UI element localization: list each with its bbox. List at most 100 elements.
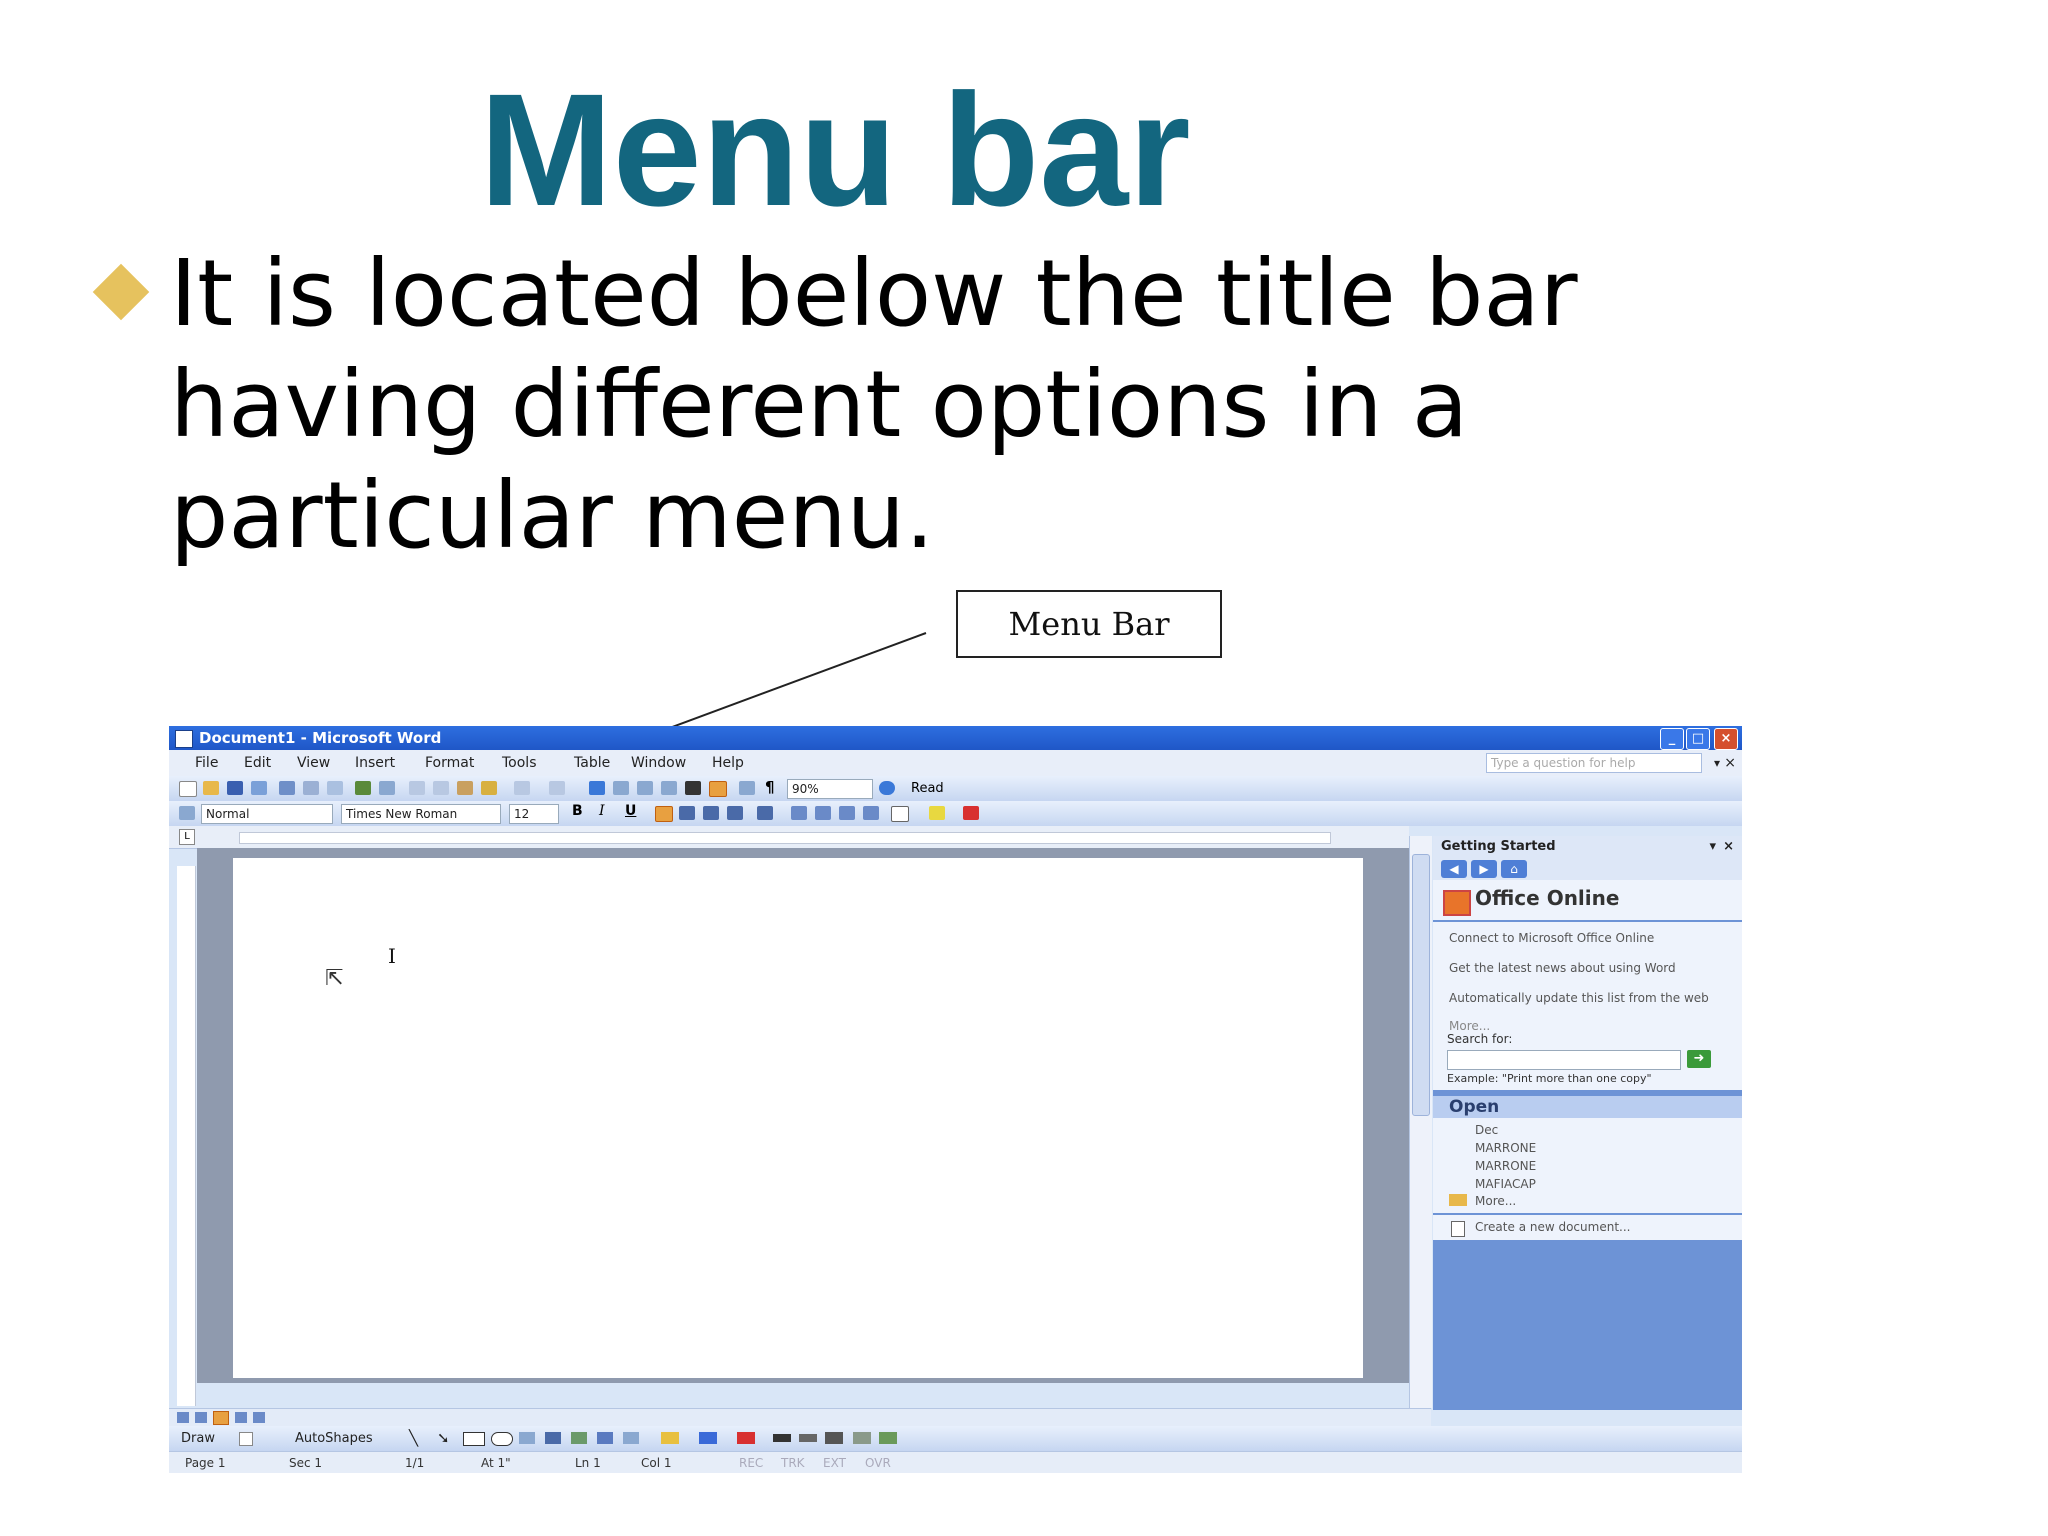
print-layout-icon[interactable] xyxy=(213,1411,229,1425)
link-connect[interactable]: Connect to Microsoft Office Online xyxy=(1449,932,1719,945)
menu-view[interactable]: View xyxy=(297,750,330,776)
help-search-input[interactable]: Type a question for help xyxy=(1486,753,1702,773)
drawing-icon[interactable] xyxy=(709,781,727,797)
3d-icon[interactable] xyxy=(879,1432,897,1444)
arrow-icon[interactable]: ➘ xyxy=(437,1426,450,1451)
select-objects-icon[interactable] xyxy=(239,1432,253,1446)
web-layout-icon[interactable] xyxy=(195,1412,207,1423)
draw-menu[interactable]: Draw xyxy=(181,1426,215,1451)
zoom-select[interactable]: 90% xyxy=(787,779,873,799)
tab-selector-icon[interactable]: L xyxy=(179,829,195,845)
menu-edit[interactable]: Edit xyxy=(244,750,271,776)
cut-icon[interactable] xyxy=(409,781,425,795)
copy-icon[interactable] xyxy=(433,781,449,795)
shadow-icon[interactable] xyxy=(853,1432,871,1444)
task-pane-dropdown-icon[interactable]: ▾ xyxy=(1709,836,1716,858)
menu-insert[interactable]: Insert xyxy=(355,750,395,776)
oval-icon[interactable] xyxy=(491,1432,513,1446)
email-icon[interactable] xyxy=(279,781,295,795)
border-icon[interactable] xyxy=(891,806,909,822)
underline-button[interactable]: U xyxy=(625,803,636,819)
maximize-button[interactable]: □ xyxy=(1686,728,1710,750)
recent-file[interactable]: MARRONE xyxy=(1475,1160,1742,1173)
redo-icon[interactable] xyxy=(549,781,565,795)
rectangle-icon[interactable] xyxy=(463,1432,485,1446)
autoshapes-menu[interactable]: AutoShapes xyxy=(295,1426,373,1451)
line-style-icon[interactable] xyxy=(773,1434,791,1442)
outline-view-icon[interactable] xyxy=(235,1412,247,1423)
spelling-icon[interactable] xyxy=(355,781,371,795)
link-update[interactable]: Automatically update this list from the … xyxy=(1449,992,1719,1005)
highlight-icon[interactable] xyxy=(929,806,945,820)
numbering-icon[interactable] xyxy=(791,806,807,820)
increase-indent-icon[interactable] xyxy=(863,806,879,820)
home-icon[interactable]: ⌂ xyxy=(1501,860,1527,878)
show-hide-pilcrow[interactable]: ¶ xyxy=(765,778,775,796)
help-dropdown-icon[interactable]: ▾ xyxy=(1714,750,1720,776)
save-icon[interactable] xyxy=(227,781,243,795)
recent-file[interactable]: Dec xyxy=(1475,1124,1742,1137)
fill-color-icon[interactable] xyxy=(661,1432,679,1444)
undo-icon[interactable] xyxy=(514,781,530,795)
status-trk[interactable]: TRK xyxy=(781,1452,805,1473)
recent-file[interactable]: MAFIACAP xyxy=(1475,1178,1742,1191)
font-select[interactable]: Times New Roman xyxy=(341,804,501,824)
menu-format[interactable]: Format xyxy=(425,750,474,776)
clip-art-icon[interactable] xyxy=(597,1432,613,1444)
document-map-icon[interactable] xyxy=(739,781,755,795)
insert-excel-icon[interactable] xyxy=(661,781,677,795)
drawing-font-color-icon[interactable] xyxy=(737,1432,755,1444)
bold-button[interactable]: B xyxy=(572,803,583,819)
read-button[interactable]: Read xyxy=(911,776,944,801)
dash-style-icon[interactable] xyxy=(799,1434,817,1442)
bullets-icon[interactable] xyxy=(815,806,831,820)
research-icon[interactable] xyxy=(379,781,395,795)
print-preview-icon[interactable] xyxy=(327,781,343,795)
menu-file[interactable]: File xyxy=(195,750,218,776)
create-new-document-link[interactable]: Create a new document... xyxy=(1475,1221,1742,1234)
status-ovr[interactable]: OVR xyxy=(865,1452,891,1473)
align-center-icon[interactable] xyxy=(679,806,695,820)
tables-borders-icon[interactable] xyxy=(613,781,629,795)
format-painter-icon[interactable] xyxy=(481,781,497,795)
back-icon[interactable]: ◀ xyxy=(1441,860,1467,878)
picture-icon[interactable] xyxy=(623,1432,639,1444)
columns-icon[interactable] xyxy=(685,781,701,795)
menu-help[interactable]: Help xyxy=(712,750,744,776)
line-spacing-icon[interactable] xyxy=(757,806,773,820)
decrease-indent-icon[interactable] xyxy=(839,806,855,820)
reading-layout-icon[interactable] xyxy=(253,1412,265,1423)
font-size-select[interactable]: 12 xyxy=(509,804,559,824)
print-icon[interactable] xyxy=(303,781,319,795)
arrow-style-icon[interactable] xyxy=(825,1432,843,1444)
minimize-button[interactable]: _ xyxy=(1660,728,1684,750)
hyperlink-icon[interactable] xyxy=(589,781,605,795)
vertical-scrollbar[interactable] xyxy=(1409,836,1432,1408)
close-document-icon[interactable]: × xyxy=(1724,750,1736,776)
line-icon[interactable]: ╲ xyxy=(409,1426,418,1451)
task-pane-close-icon[interactable]: × xyxy=(1723,836,1734,858)
align-left-icon[interactable] xyxy=(655,806,673,822)
permission-icon[interactable] xyxy=(251,781,267,795)
menu-table[interactable]: Table xyxy=(574,750,610,776)
styles-icon[interactable] xyxy=(179,806,195,820)
search-go-icon[interactable]: ➜ xyxy=(1687,1050,1711,1068)
diagram-icon[interactable] xyxy=(571,1432,587,1444)
horizontal-ruler[interactable]: L xyxy=(169,826,1409,849)
justify-icon[interactable] xyxy=(727,806,743,820)
forward-icon[interactable]: ▶ xyxy=(1471,860,1497,878)
insert-table-icon[interactable] xyxy=(637,781,653,795)
new-icon[interactable] xyxy=(179,781,197,797)
status-ext[interactable]: EXT xyxy=(823,1452,846,1473)
task-pane-title[interactable]: Getting Started xyxy=(1441,836,1556,858)
style-select[interactable]: Normal xyxy=(201,804,333,824)
document-page[interactable]: ⇱ I xyxy=(233,858,1363,1378)
font-color-icon[interactable] xyxy=(963,806,979,820)
search-input[interactable] xyxy=(1447,1050,1681,1070)
menu-tools[interactable]: Tools xyxy=(502,750,537,776)
link-news[interactable]: Get the latest news about using Word xyxy=(1449,962,1719,975)
align-right-icon[interactable] xyxy=(703,806,719,820)
open-icon[interactable] xyxy=(203,781,219,795)
italic-button[interactable]: I xyxy=(599,803,605,819)
line-color-icon[interactable] xyxy=(699,1432,717,1444)
